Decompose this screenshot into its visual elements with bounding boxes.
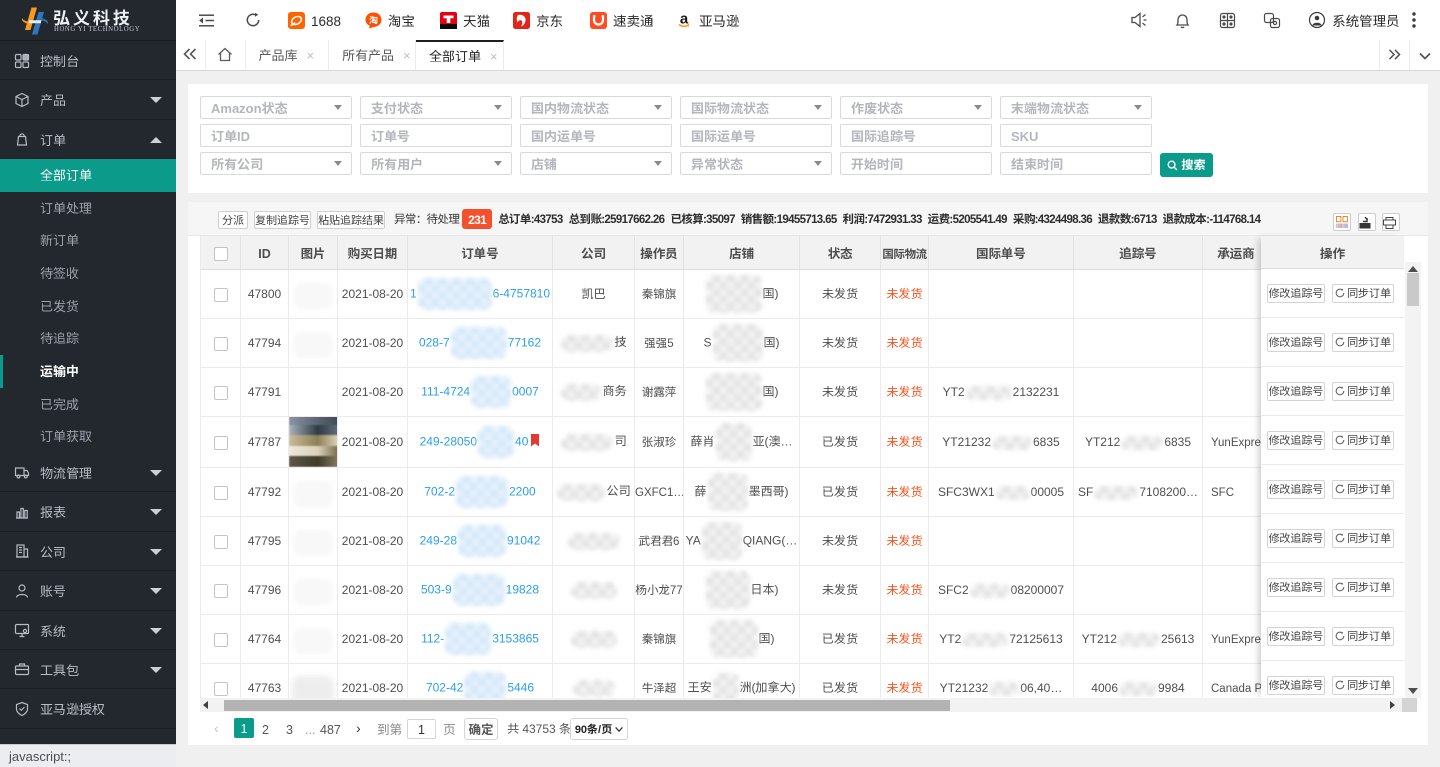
svg-text:淘: 淘: [369, 13, 378, 26]
